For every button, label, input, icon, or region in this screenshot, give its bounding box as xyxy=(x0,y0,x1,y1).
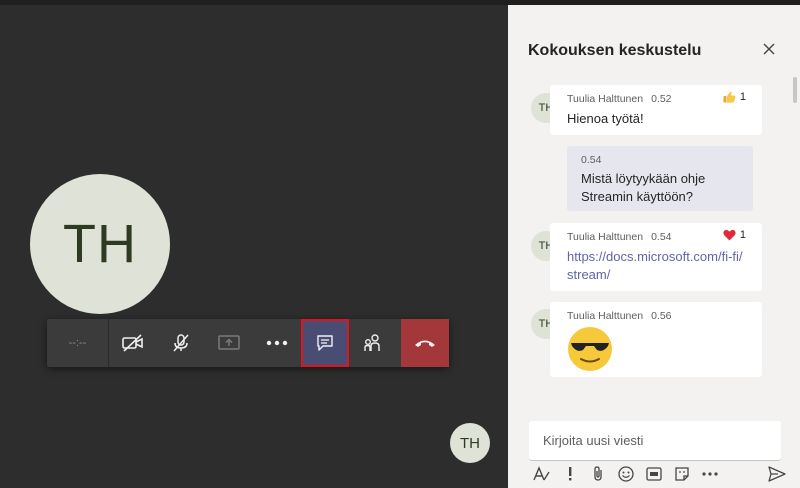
message-author: Tuulia Halttunen xyxy=(567,310,644,322)
message-time: 0.52 xyxy=(651,93,672,105)
participants-button[interactable] xyxy=(349,319,397,367)
compose-toolbar xyxy=(528,464,788,484)
participant-avatar-large: TH xyxy=(30,174,170,314)
chat-message: Tuulia Halttunen 0.56 xyxy=(550,302,762,377)
gif-icon xyxy=(646,467,662,481)
chat-message: Tuulia Halttunen 0.52 1 Hienoa työtä! xyxy=(550,85,762,135)
message-text: Mistä löytyykään ohje Streamin käyttöön? xyxy=(581,171,706,204)
chat-toggle-button[interactable] xyxy=(301,319,349,367)
call-controls-bar: --:-- xyxy=(47,319,449,367)
message-text: Hienoa työtä! xyxy=(567,111,644,126)
camera-off-icon xyxy=(122,334,143,352)
format-button[interactable] xyxy=(528,464,556,484)
emoji-button[interactable] xyxy=(612,464,640,484)
sunglasses-emoji-icon xyxy=(568,327,612,371)
mic-off-icon xyxy=(173,334,189,352)
share-screen-button[interactable] xyxy=(205,319,253,367)
attach-button[interactable] xyxy=(584,464,612,484)
message-link[interactable]: https://docs.microsoft.com/fi-fi/stream/ xyxy=(567,248,747,284)
mic-toggle-button[interactable] xyxy=(157,319,205,367)
close-panel-button[interactable] xyxy=(761,41,777,57)
thumbs-up-icon xyxy=(723,91,736,103)
participants-icon xyxy=(364,334,380,351)
meeting-stage: TH --:-- TH xyxy=(0,5,508,488)
more-options-icon xyxy=(702,472,718,476)
important-button[interactable] xyxy=(556,464,584,484)
message-reaction[interactable]: 1 xyxy=(723,229,746,241)
message-time: 0.54 xyxy=(581,154,602,166)
more-options-icon xyxy=(266,340,288,346)
chat-scrollbar[interactable] xyxy=(793,77,797,103)
call-timer: --:-- xyxy=(47,319,109,367)
hang-up-icon xyxy=(415,340,435,347)
hang-up-button[interactable] xyxy=(401,319,449,367)
heart-icon xyxy=(723,229,736,241)
chat-panel: Kokouksen keskustelu TH Tuulia Halttunen… xyxy=(508,5,800,488)
close-icon xyxy=(763,43,775,55)
message-time: 0.54 xyxy=(651,231,672,243)
emoji-icon xyxy=(618,466,634,482)
attach-icon xyxy=(594,466,602,481)
reaction-count: 1 xyxy=(739,229,746,241)
own-chat-message: 0.54 Mistä löytyykään ohje Streamin käyt… xyxy=(567,146,753,211)
self-avatar: TH xyxy=(450,423,490,463)
message-reaction[interactable]: 1 xyxy=(723,91,746,103)
compose-message-input[interactable]: Kirjoita uusi viesti xyxy=(529,421,781,461)
important-icon xyxy=(569,467,572,481)
message-time: 0.56 xyxy=(651,310,672,322)
send-button[interactable] xyxy=(765,464,789,484)
reaction-count: 1 xyxy=(739,91,746,103)
chat-panel-title: Kokouksen keskustelu xyxy=(528,42,702,59)
send-icon xyxy=(768,466,786,482)
message-author: Tuulia Halttunen xyxy=(567,93,644,105)
sticker-icon xyxy=(675,467,689,481)
share-screen-icon xyxy=(218,335,240,350)
more-compose-options-button[interactable] xyxy=(696,464,724,484)
gif-button[interactable] xyxy=(640,464,668,484)
message-author: Tuulia Halttunen xyxy=(567,231,644,243)
camera-toggle-button[interactable] xyxy=(109,319,157,367)
sticker-button[interactable] xyxy=(668,464,696,484)
chat-icon xyxy=(317,335,333,351)
chat-message: Tuulia Halttunen 0.54 1 https://docs.mic… xyxy=(550,223,762,291)
format-icon xyxy=(533,466,550,481)
more-options-button[interactable] xyxy=(253,319,301,367)
